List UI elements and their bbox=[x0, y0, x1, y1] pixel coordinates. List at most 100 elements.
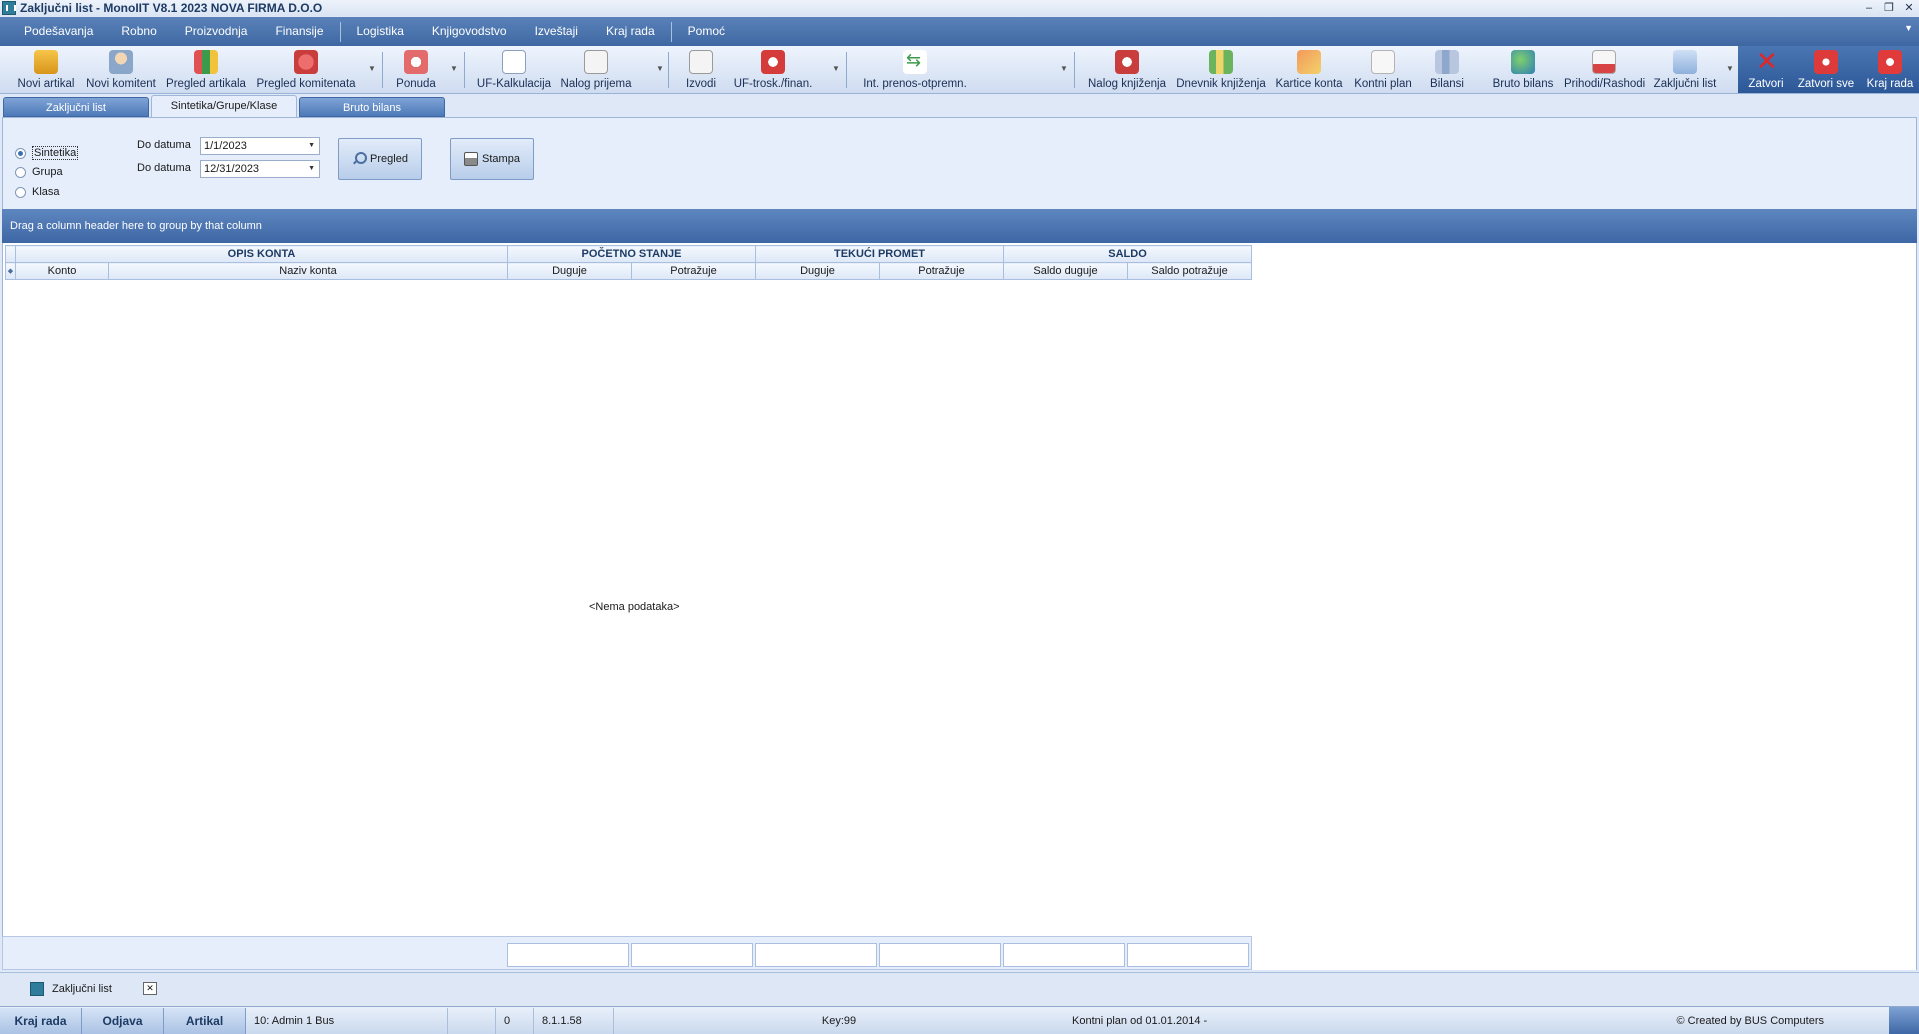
pregled-komitenata-button[interactable]: Pregled komitenata bbox=[254, 46, 358, 93]
bruto-bilans-button[interactable]: Bruto bilans bbox=[1488, 46, 1558, 93]
nalog-knjizenja-button[interactable]: Nalog knjiženja bbox=[1088, 46, 1166, 93]
col-ps-duguje[interactable]: Duguje bbox=[507, 262, 632, 280]
kartice-konta-button[interactable]: Kartice konta bbox=[1274, 46, 1344, 93]
zatvori-label: Zatvori bbox=[1748, 78, 1784, 90]
close-window-button[interactable]: ✕ bbox=[1899, 0, 1919, 16]
tab-sintetika-grupe-klase[interactable]: Sintetika/Grupe/Klase bbox=[151, 95, 297, 117]
col-tp-duguje[interactable]: Duguje bbox=[755, 262, 880, 280]
summary-tp-duguje bbox=[755, 943, 877, 967]
toolbar-separator bbox=[464, 52, 465, 88]
novi-artikal-button[interactable]: Novi artikal bbox=[12, 46, 80, 93]
int-prenos-label: Int. prenos-otpremn. bbox=[863, 78, 967, 90]
menu-robno[interactable]: Robno bbox=[107, 17, 170, 46]
toolbar-dropdown-icon[interactable]: ▼ bbox=[450, 64, 458, 73]
prihodi-rashodi-label: Prihodi/Rashodi bbox=[1564, 78, 1646, 90]
pregled-artikala-button[interactable]: Pregled artikala bbox=[164, 46, 248, 93]
maximize-button[interactable]: ❐ bbox=[1879, 0, 1899, 16]
closing-sheet-icon bbox=[1673, 50, 1697, 74]
group-by-panel[interactable]: Drag a column header here to group by th… bbox=[2, 209, 1917, 243]
zatvori-sve-label: Zatvori sve bbox=[1797, 78, 1855, 90]
date-to-picker[interactable]: 12/31/2023 ▼ bbox=[200, 160, 320, 178]
band-opis-konta[interactable]: OPIS KONTA bbox=[15, 245, 508, 263]
summary-saldo-duguje bbox=[1003, 943, 1125, 967]
menu-bar: Podešavanja Robno Proizvodnja Finansije … bbox=[0, 17, 1919, 46]
status-bar: Kraj rada Odjava Artikal 10: Admin 1 Bus… bbox=[0, 1006, 1919, 1034]
mdi-tab-zakljucni-list[interactable]: Zaključni list bbox=[30, 978, 112, 1000]
col-naziv-konta[interactable]: Naziv konta bbox=[108, 262, 508, 280]
radio-klasa-dot[interactable] bbox=[15, 186, 26, 198]
tab-bruto-bilans[interactable]: Bruto bilans bbox=[299, 97, 445, 117]
col-tp-potrazuje[interactable]: Potražuje bbox=[879, 262, 1004, 280]
receipt-doc-icon bbox=[584, 50, 608, 74]
col-saldo-duguje[interactable]: Saldo duguje bbox=[1003, 262, 1128, 280]
chevron-down-icon[interactable]: ▼ bbox=[308, 161, 315, 177]
pregled-button[interactable]: Pregled bbox=[338, 138, 422, 180]
zatvori-sve-button[interactable]: Zatvori sve bbox=[1794, 46, 1858, 93]
toolbar-separator bbox=[846, 52, 847, 88]
gross-balance-globe-icon bbox=[1511, 50, 1535, 74]
menu-izvestaji[interactable]: Izveštaji bbox=[521, 17, 592, 46]
minimize-button[interactable]: – bbox=[1859, 0, 1879, 16]
network-status-icon[interactable] bbox=[1889, 1007, 1919, 1034]
uf-trosk-button[interactable]: UF-trosk./finan. bbox=[730, 46, 816, 93]
nalog-prijema-button[interactable]: Nalog prijema bbox=[558, 46, 634, 93]
col-konto[interactable]: Konto bbox=[15, 262, 109, 280]
col-ps-potrazuje[interactable]: Potražuje bbox=[631, 262, 756, 280]
date-from-picker[interactable]: 1/1/2023 ▼ bbox=[200, 137, 320, 155]
radio-grupa[interactable]: Grupa bbox=[15, 166, 63, 178]
menu-pomoc[interactable]: Pomoć bbox=[674, 17, 739, 46]
status-kraj-rada-button[interactable]: Kraj rada bbox=[0, 1007, 82, 1034]
grid-summary-footer bbox=[2, 936, 1252, 970]
menu-kraj-rada[interactable]: Kraj rada bbox=[592, 17, 669, 46]
toolbar-dropdown-icon[interactable]: ▼ bbox=[832, 64, 840, 73]
chevron-down-icon[interactable]: ▼ bbox=[308, 138, 315, 154]
kontni-plan-label: Kontni plan bbox=[1354, 78, 1412, 90]
kontni-plan-button[interactable]: Kontni plan bbox=[1352, 46, 1414, 93]
toolbar-dropdown-icon[interactable]: ▼ bbox=[368, 64, 376, 73]
zakljucni-list-button[interactable]: Zaključni list bbox=[1652, 46, 1718, 93]
menu-finansije[interactable]: Finansije bbox=[261, 17, 337, 46]
col-saldo-potrazuje[interactable]: Saldo potražuje bbox=[1127, 262, 1252, 280]
bilansi-button[interactable]: Bilansi bbox=[1422, 46, 1472, 93]
toolbar: Novi artikal Novi komitent Pregled artik… bbox=[0, 46, 1919, 94]
band-saldo[interactable]: SALDO bbox=[1003, 245, 1252, 263]
novi-komitent-button[interactable]: Novi komitent bbox=[84, 46, 158, 93]
dnevnik-knjizenja-button[interactable]: Dnevnik knjiženja bbox=[1176, 46, 1266, 93]
radio-klasa[interactable]: Klasa bbox=[15, 186, 60, 198]
menu-overflow-icon[interactable]: ▼ bbox=[1904, 23, 1913, 33]
status-created-by: © Created by BUS Computers bbox=[1676, 1014, 1825, 1027]
zatvori-button[interactable]: Zatvori bbox=[1744, 46, 1788, 93]
radio-sintetika[interactable]: Sintetika bbox=[15, 146, 79, 160]
radio-sintetika-label: Sintetika bbox=[32, 146, 79, 160]
status-odjava-button[interactable]: Odjava bbox=[82, 1007, 164, 1034]
band-pocetno-stanje[interactable]: POČETNO STANJE bbox=[507, 245, 756, 263]
printer-icon bbox=[464, 152, 479, 166]
uf-kalkulacija-button[interactable]: UF-Kalkulacija bbox=[474, 46, 554, 93]
kraj-rada-button[interactable]: Kraj rada bbox=[1864, 46, 1916, 93]
balance-icon bbox=[1435, 50, 1459, 74]
status-artikal-button[interactable]: Artikal bbox=[164, 1007, 246, 1034]
novi-artikal-label: Novi artikal bbox=[17, 78, 75, 90]
ponuda-button[interactable]: Ponuda bbox=[388, 46, 444, 93]
toolbar-dropdown-icon[interactable]: ▼ bbox=[1726, 64, 1734, 73]
row-indicator-icon[interactable]: ◆ bbox=[5, 262, 16, 280]
title-bar: Zaključni list - MonoIIT V8.1 2023 NOVA … bbox=[0, 0, 1919, 16]
tab-zakljucni-list[interactable]: Zaključni list bbox=[3, 97, 149, 117]
toolbar-dropdown-icon[interactable]: ▼ bbox=[656, 64, 664, 73]
band-tekuci-promet[interactable]: TEKUĆI PROMET bbox=[755, 245, 1004, 263]
int-prenos-button[interactable]: Int. prenos-otpremn. bbox=[858, 46, 972, 93]
radio-grupa-dot[interactable] bbox=[15, 166, 26, 178]
menu-logistika[interactable]: Logistika bbox=[343, 17, 418, 46]
data-grid[interactable]: OPIS KONTA POČETNO STANJE TEKUĆI PROMET … bbox=[2, 243, 1917, 970]
izvodi-button[interactable]: Izvodi bbox=[678, 46, 724, 93]
toolbar-dropdown-icon[interactable]: ▼ bbox=[1060, 64, 1068, 73]
menu-proizvodnja[interactable]: Proizvodnja bbox=[171, 17, 262, 46]
close-tab-icon[interactable]: ✕ bbox=[143, 982, 157, 995]
prihodi-rashodi-button[interactable]: Prihodi/Rashodi bbox=[1564, 46, 1646, 93]
menu-podesavanja[interactable]: Podešavanja bbox=[10, 17, 107, 46]
menu-knjigovodstvo[interactable]: Knjigovodstvo bbox=[418, 17, 521, 46]
radio-sintetika-dot[interactable] bbox=[15, 147, 26, 159]
status-blank bbox=[448, 1007, 496, 1034]
stampa-button[interactable]: Stampa bbox=[450, 138, 534, 180]
stampa-label: Stampa bbox=[482, 153, 520, 165]
